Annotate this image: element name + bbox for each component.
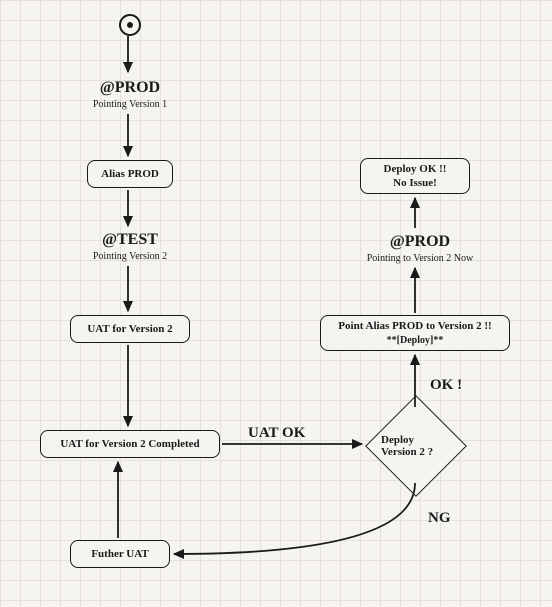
node-further-uat-label: Futher UAT — [91, 547, 148, 561]
node-further-uat: Futher UAT — [70, 540, 170, 568]
edge-label-uat-ok: UAT OK — [248, 425, 305, 442]
node-deploy-ok-label2: No Issue! — [393, 176, 437, 190]
node-uat-completed: UAT for Version 2 Completed — [40, 430, 220, 458]
annotation-test-title: @TEST — [70, 232, 190, 248]
node-uat-completed-label: UAT for Version 2 Completed — [60, 437, 199, 451]
annotation-prod-v1-title: @PROD — [70, 80, 190, 96]
node-point-alias: Point Alias PROD to Version 2 !! **[Depl… — [320, 315, 510, 351]
annotation-prod-v1: @PROD Pointing Version 1 — [70, 80, 190, 110]
edge-label-ng: NG — [428, 510, 451, 527]
node-deploy-ok-label: Deploy OK !! — [384, 162, 447, 176]
node-uat-label: UAT for Version 2 — [87, 322, 172, 336]
annotation-prod-v1-sub: Pointing Version 1 — [70, 99, 190, 110]
node-alias-prod: Alias PROD — [87, 160, 173, 188]
start-node — [119, 14, 141, 36]
edge-label-ok: OK ! — [430, 377, 462, 394]
node-point-alias-label: Point Alias PROD to Version 2 !! — [338, 319, 491, 333]
annotation-prod-v2-sub: Pointing to Version 2 Now — [350, 253, 490, 264]
annotation-test-sub: Pointing Version 2 — [70, 251, 190, 262]
start-node-dot — [127, 22, 133, 28]
node-uat: UAT for Version 2 — [70, 315, 190, 343]
node-point-alias-label2: **[Deploy]** — [387, 334, 444, 347]
annotation-test: @TEST Pointing Version 2 — [70, 232, 190, 262]
node-alias-prod-label: Alias PROD — [101, 167, 159, 181]
annotation-prod-v2-title: @PROD — [350, 234, 490, 250]
annotation-prod-v2: @PROD Pointing to Version 2 Now — [350, 234, 490, 264]
node-decision-label: Deploy Version 2 ? — [381, 411, 451, 481]
node-deploy-ok: Deploy OK !! No Issue! — [360, 158, 470, 194]
